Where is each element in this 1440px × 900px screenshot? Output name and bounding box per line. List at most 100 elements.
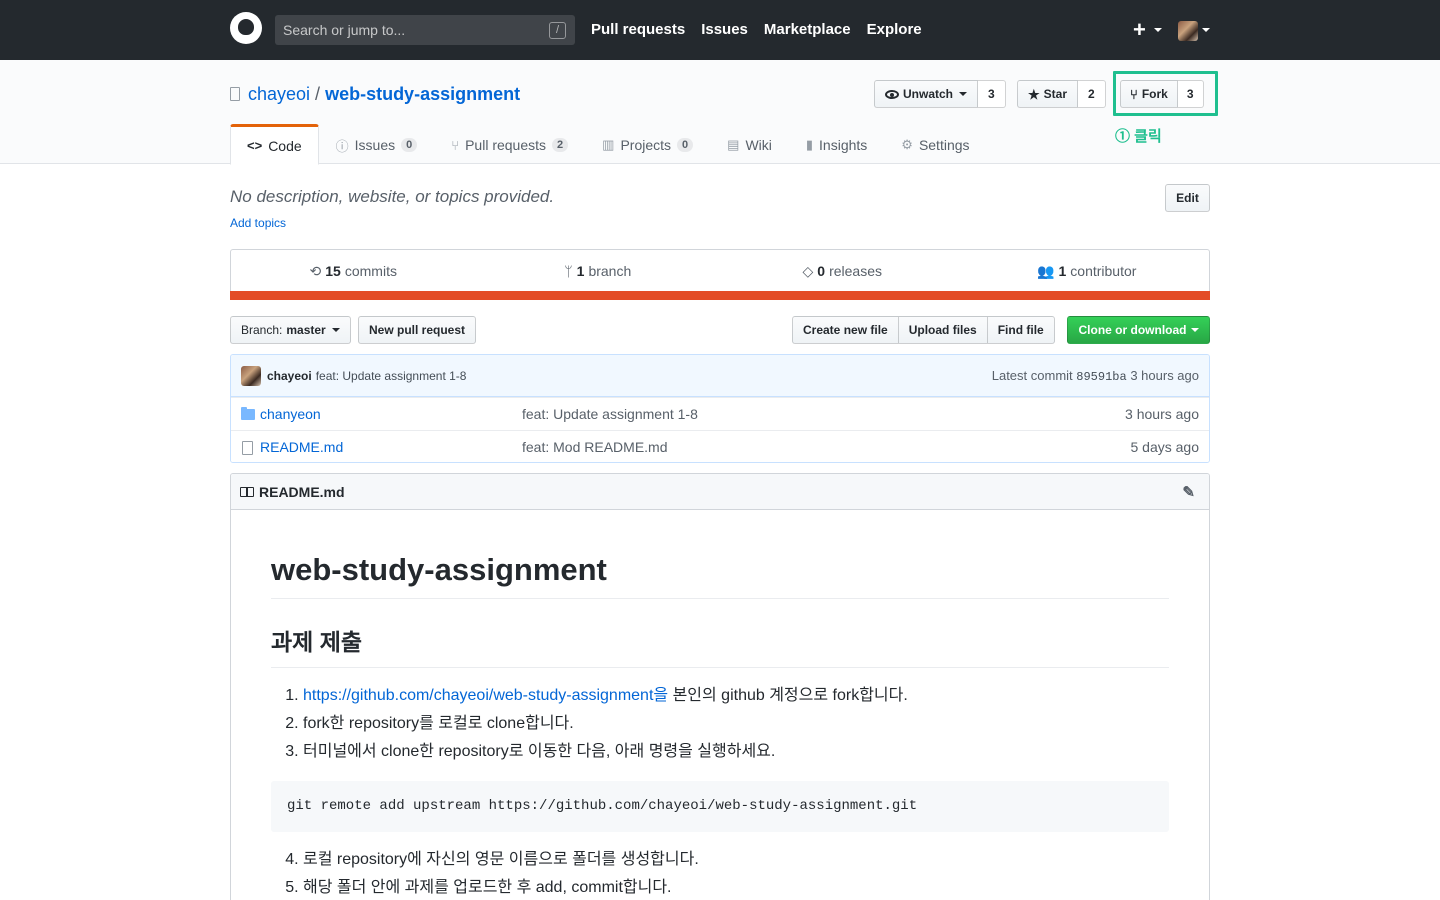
branch-select-button[interactable]: Branch: master	[230, 316, 351, 344]
tab-counter: 0	[677, 138, 694, 152]
find-file-button[interactable]: Find file	[986, 316, 1055, 344]
file-commit-message[interactable]: feat: Update assignment 1-8	[522, 406, 698, 422]
book-icon	[240, 486, 254, 497]
tab-settings[interactable]: ⚙ Settings	[884, 124, 986, 164]
step-text: 본인의 github 계정으로 fork합니다.	[668, 687, 908, 704]
search-input[interactable]: Search or jump to... /	[275, 15, 575, 45]
repo-icon	[230, 87, 240, 101]
search-shortcut-hint: /	[549, 22, 566, 39]
tab-label: Issues	[354, 137, 396, 153]
unwatch-button[interactable]: Unwatch	[874, 80, 979, 108]
nav-issues[interactable]: Issues	[701, 21, 748, 38]
branch-prefix: Branch:	[241, 323, 283, 337]
tab-label: Insights	[819, 137, 868, 153]
book-icon: ▤	[727, 137, 740, 152]
star-icon: ★	[1028, 86, 1040, 102]
releases-link[interactable]: ◇ 0 releases	[720, 250, 965, 292]
commit-author[interactable]: chayeoi	[267, 369, 312, 383]
pencil-icon[interactable]: ✎	[1182, 483, 1195, 501]
project-icon: ▥	[602, 137, 615, 152]
star-button[interactable]: ★ Star	[1017, 80, 1078, 108]
language-bar[interactable]	[230, 291, 1210, 300]
tab-insights[interactable]: ▮ Insights	[789, 124, 884, 164]
repo-name-link[interactable]: web-study-assignment	[325, 82, 520, 106]
gear-icon: ⚙	[901, 137, 913, 152]
file-name-link[interactable]: chanyeon	[260, 406, 321, 422]
tab-label: Settings	[918, 137, 970, 153]
tab-wiki[interactable]: ▤ Wiki	[710, 124, 789, 164]
repo-tabs: <> Code ⓘ Issues 0 ⑂ Pull requests 2 ▥ P…	[230, 124, 987, 165]
latest-commit-prefix: Latest commit	[991, 367, 1073, 383]
tab-label: Pull requests	[465, 137, 547, 153]
unwatch-label: Unwatch	[903, 87, 954, 101]
commit-age: 3 hours ago	[1130, 367, 1199, 383]
branch-icon: ᛘ	[564, 263, 573, 279]
watchers-count[interactable]: 3	[978, 80, 1006, 108]
branches-link[interactable]: ᛘ 1 branch	[476, 250, 721, 292]
github-logo-icon[interactable]	[230, 12, 262, 44]
history-icon: ⟲	[309, 262, 322, 279]
user-avatar[interactable]	[1178, 21, 1198, 41]
list-item: fork한 repository를 로컬로 clone합니다.	[303, 712, 1169, 740]
fork-highlight-box	[1113, 71, 1218, 116]
nav-explore[interactable]: Explore	[867, 21, 922, 38]
branch-name: master	[286, 323, 326, 337]
file-table: chayeoi feat: Update assignment 1-8 Late…	[230, 354, 1210, 463]
steps-list: https://github.com/chayeoi/web-study-ass…	[271, 684, 1169, 768]
list-item: 로컬 repository에 자신의 영문 이름으로 폴더를 생성합니다.	[303, 848, 1169, 876]
tag-icon: ◇	[802, 262, 814, 279]
global-header: Search or jump to... / Pull requests Iss…	[0, 0, 1440, 60]
list-item: https://github.com/chayeoi/web-study-ass…	[303, 684, 1169, 712]
search-placeholder: Search or jump to...	[283, 22, 406, 38]
star-label: Star	[1043, 87, 1067, 101]
contributors-count: 1	[1058, 263, 1067, 279]
new-pull-request-button[interactable]: New pull request	[358, 316, 477, 344]
chevron-down-icon	[959, 92, 968, 96]
people-icon: 👥	[1037, 262, 1055, 279]
clone-or-download-button[interactable]: Clone or download	[1067, 316, 1210, 344]
file-commit-message[interactable]: feat: Mod README.md	[522, 439, 668, 455]
table-row: chanyeon feat: Update assignment 1-8 3 h…	[231, 397, 1209, 430]
chevron-down-icon	[1190, 328, 1199, 332]
readme-box: README.md ✎ web-study-assignment 과제 제출 h…	[230, 473, 1210, 900]
list-item: 해당 폴더 안에 과제를 업로드한 후 add, commit합니다.	[303, 876, 1169, 900]
file-name-link[interactable]: README.md	[260, 439, 343, 455]
pull-request-icon: ⑂	[451, 137, 460, 153]
tab-pull-requests[interactable]: ⑂ Pull requests 2	[434, 124, 585, 164]
code-block: git remote add upstream https://github.c…	[271, 781, 1169, 832]
code-icon: <>	[247, 138, 263, 153]
nav-marketplace[interactable]: Marketplace	[764, 21, 851, 38]
commits-label: commits	[344, 263, 397, 279]
commit-message[interactable]: feat: Update assignment 1-8	[316, 369, 467, 383]
commits-link[interactable]: ⟲ 15 commits	[231, 250, 476, 292]
file-icon	[242, 441, 253, 455]
commit-sha[interactable]: 89591ba	[1076, 370, 1126, 384]
add-topics-link[interactable]: Add topics	[230, 216, 286, 230]
chevron-down-icon	[331, 328, 340, 332]
star-group: ★ Star 2	[1017, 80, 1106, 108]
nav-pull-requests[interactable]: Pull requests	[591, 21, 685, 38]
tab-label: Projects	[620, 137, 672, 153]
branch-label: branch	[588, 263, 632, 279]
edit-button[interactable]: Edit	[1165, 184, 1210, 212]
contributors-link[interactable]: 👥 1 contributor	[965, 250, 1210, 292]
create-new-button[interactable]: +	[1133, 17, 1146, 43]
tab-issues[interactable]: ⓘ Issues 0	[319, 124, 435, 164]
eye-icon	[885, 89, 899, 99]
tab-code[interactable]: <> Code	[230, 124, 319, 165]
repo-description: No description, website, or topics provi…	[230, 187, 555, 206]
latest-commit: Latest commit 89591ba 3 hours ago	[992, 368, 1199, 384]
repo-link[interactable]: https://github.com/chayeoi/web-study-ass…	[303, 687, 668, 704]
avatar[interactable]	[241, 365, 261, 386]
upload-files-button[interactable]: Upload files	[897, 316, 988, 344]
create-new-file-button[interactable]: Create new file	[792, 316, 899, 344]
readme-subtitle: 과제 제출	[271, 623, 1169, 668]
clone-label: Clone or download	[1078, 323, 1187, 337]
tab-projects[interactable]: ▥ Projects 0	[585, 124, 710, 164]
steps-list-continued: 로컬 repository에 자신의 영문 이름으로 폴더를 생성합니다. 해당…	[271, 848, 1169, 900]
stargazers-count[interactable]: 2	[1078, 80, 1106, 108]
repo-owner-link[interactable]: chayeoi	[248, 82, 310, 106]
contributors-label: contributor	[1070, 263, 1137, 279]
readme-content: web-study-assignment 과제 제출 https://githu…	[271, 554, 1169, 900]
releases-count: 0	[817, 263, 826, 279]
